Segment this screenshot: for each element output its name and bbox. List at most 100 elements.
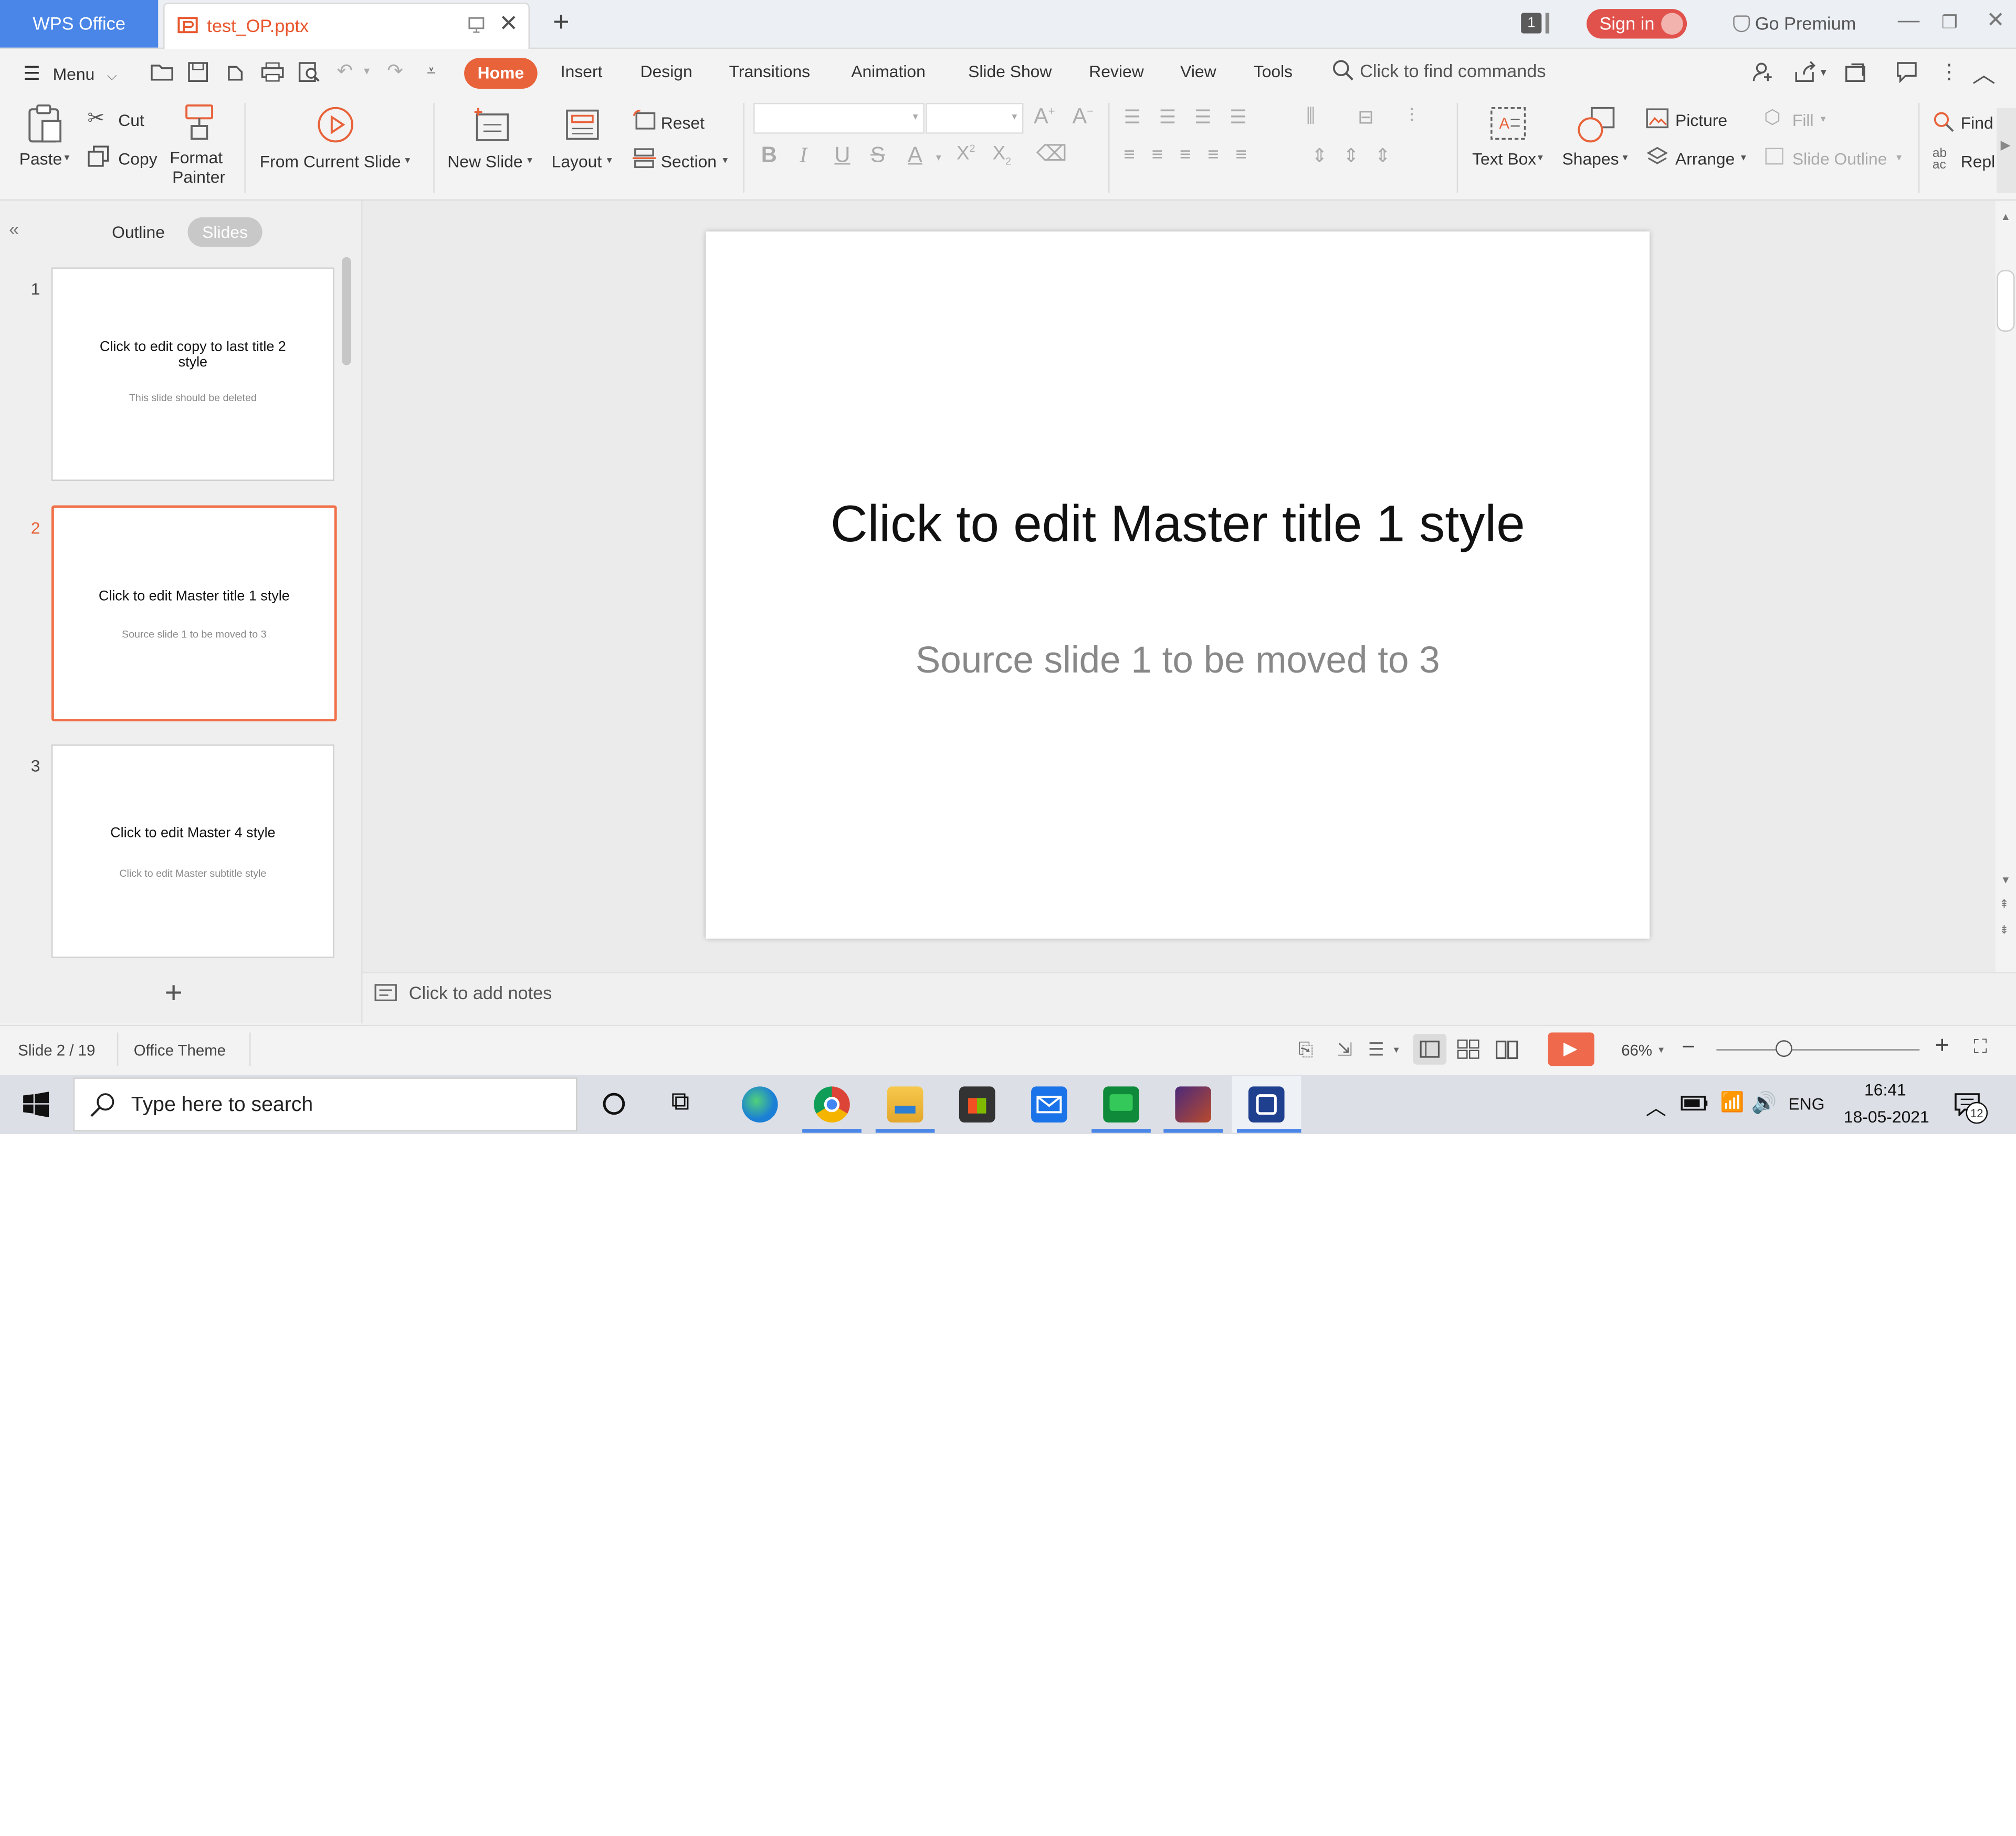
font-color-icon[interactable]: A	[908, 143, 922, 169]
mail-icon[interactable]	[1031, 1086, 1067, 1122]
text-box-icon[interactable]: A	[1489, 106, 1527, 142]
copy-icon[interactable]	[88, 145, 110, 167]
paste-dropdown-icon[interactable]: ▾	[64, 152, 69, 163]
from-current-slide-dropdown-icon[interactable]: ▾	[405, 154, 410, 166]
play-slideshow-icon[interactable]	[316, 106, 354, 144]
decrease-font-icon[interactable]: A−	[1072, 104, 1094, 130]
undo-dropdown-icon[interactable]: ▾	[364, 64, 370, 78]
play-slideshow-button[interactable]: ▶	[1548, 1032, 1594, 1066]
go-premium-button[interactable]: Go Premium	[1733, 13, 1856, 34]
add-slide-icon[interactable]: +	[164, 976, 182, 1012]
tab-slide-show[interactable]: Slide Show	[968, 62, 1052, 81]
shapes-dropdown-icon[interactable]: ▾	[1623, 152, 1628, 163]
file-explorer-icon[interactable]	[887, 1086, 923, 1122]
document-tab[interactable]: test_OP.pptx ✕	[163, 2, 530, 49]
notes-area[interactable]: Click to add notes	[362, 972, 2016, 1025]
new-slide-icon[interactable]	[473, 107, 511, 143]
share-collaborate-icon[interactable]	[1751, 60, 1774, 83]
ribbon-scroll[interactable]: ▶	[1997, 108, 2016, 193]
section-button[interactable]: Section	[661, 152, 717, 171]
taskbar-search[interactable]: Type here to search	[73, 1077, 578, 1132]
close-tab-icon[interactable]: ✕	[499, 11, 518, 37]
slide-outline-button[interactable]: Slide Outline	[1792, 149, 1887, 169]
chat-app-icon[interactable]	[1103, 1086, 1139, 1122]
print-preview-icon[interactable]	[298, 62, 321, 82]
tab-insert[interactable]: Insert	[561, 62, 603, 81]
font-color-dropdown-icon[interactable]: ▾	[936, 152, 941, 163]
fit-window-icon[interactable]: ⛶	[1973, 1036, 1987, 1058]
more-options-icon[interactable]: ⋮	[1939, 59, 1959, 85]
chrome-browser-icon[interactable]	[814, 1086, 850, 1122]
save-icon[interactable]	[188, 62, 208, 82]
sync-icon[interactable]	[1844, 60, 1867, 83]
columns-icon[interactable]: ⫶	[1409, 106, 1414, 128]
format-painter-label-2[interactable]: Painter	[172, 167, 225, 186]
find-commands-search[interactable]: Click to find commands	[1332, 59, 1546, 82]
strikethrough-icon[interactable]: S	[870, 143, 885, 169]
comment-icon[interactable]	[1895, 60, 1918, 83]
new-tab-icon[interactable]: +	[553, 5, 569, 39]
scrollbar-thumb[interactable]	[1997, 270, 2015, 332]
scroll-up-icon[interactable]: ▲	[2001, 211, 2011, 223]
format-painter-label-1[interactable]: Format	[170, 148, 223, 167]
clock-time[interactable]: 16:41	[1864, 1080, 1906, 1099]
clock-date[interactable]: 18-05-2021	[1844, 1107, 1929, 1127]
tab-design[interactable]: Design	[640, 62, 692, 81]
collapse-ribbon-icon[interactable]: ︿	[1972, 57, 1996, 90]
wifi-icon[interactable]: 📶	[1720, 1090, 1745, 1114]
sign-in-button[interactable]: Sign in	[1587, 9, 1687, 39]
game-app-icon[interactable]	[1175, 1086, 1211, 1122]
find-button[interactable]: Find	[1961, 113, 1993, 133]
slide-title[interactable]: Click to edit Master title 1 style	[706, 496, 1650, 554]
section-dropdown-icon[interactable]: ▾	[722, 154, 728, 166]
copy-button[interactable]: Copy	[118, 149, 157, 169]
shapes-button[interactable]: Shapes	[1562, 149, 1619, 169]
picture-button[interactable]: Picture	[1675, 111, 1727, 130]
share-dropdown-icon[interactable]: ▾	[1821, 66, 1826, 80]
slide-outline-dropdown-icon[interactable]: ▾	[1896, 152, 1902, 163]
arrange-dropdown-icon[interactable]: ▾	[1741, 152, 1746, 163]
volume-icon[interactable]: 🔊	[1751, 1090, 1777, 1116]
theme-name[interactable]: Office Theme	[134, 1042, 226, 1059]
zoom-out-icon[interactable]: −	[1682, 1034, 1695, 1061]
subscript-icon[interactable]: X2	[993, 143, 1011, 167]
restore-icon[interactable]: ❐	[1941, 12, 1958, 34]
text-direction-icon[interactable]: ⫼	[1306, 106, 1315, 128]
wps-office-taskbar-icon[interactable]	[1248, 1086, 1285, 1122]
normal-view-button[interactable]	[1413, 1033, 1447, 1065]
layout-dropdown-icon[interactable]: ▾	[607, 154, 612, 166]
zoom-dropdown-icon[interactable]: ▾	[1658, 1044, 1664, 1056]
replace-button[interactable]: Repl	[1961, 152, 1996, 171]
fill-button[interactable]: Fill	[1792, 111, 1814, 130]
underline-icon[interactable]: U	[834, 143, 850, 169]
notes-toggle-icon[interactable]: ⇲	[1337, 1039, 1352, 1061]
redo-icon[interactable]: ↷	[387, 59, 403, 82]
export-icon[interactable]	[225, 62, 246, 82]
text-box-button[interactable]: Text Box	[1472, 149, 1536, 169]
edge-browser-icon[interactable]	[742, 1086, 778, 1122]
battery-icon[interactable]	[1681, 1096, 1709, 1111]
from-current-slide-button[interactable]: From Current Slide	[260, 152, 401, 171]
cortana-icon[interactable]	[603, 1093, 625, 1115]
microsoft-store-icon[interactable]	[959, 1086, 995, 1122]
clear-formatting-icon[interactable]: ⌫	[1036, 141, 1067, 167]
superscript-icon[interactable]: X2	[957, 143, 975, 165]
layout-button[interactable]: Layout	[552, 152, 602, 171]
picture-icon[interactable]	[1646, 108, 1669, 129]
italic-icon[interactable]: I	[800, 143, 807, 169]
replace-icon[interactable]: ab ac	[1933, 147, 1947, 172]
share-export-icon[interactable]	[1792, 60, 1818, 83]
minimize-icon[interactable]: —	[1898, 8, 1920, 34]
outline-tab[interactable]: Outline	[112, 223, 165, 242]
wps-office-tab[interactable]: WPS Office	[0, 0, 159, 48]
bold-icon[interactable]: B	[761, 143, 777, 169]
paste-icon[interactable]	[26, 103, 64, 144]
new-slide-button[interactable]: New Slide	[447, 152, 522, 171]
arrange-icon[interactable]	[1646, 145, 1669, 169]
tab-animation[interactable]: Animation	[851, 62, 926, 81]
window-count-badge[interactable]: 1	[1521, 13, 1542, 34]
windows-start-icon[interactable]	[23, 1092, 49, 1118]
text-box-dropdown-icon[interactable]: ▾	[1538, 152, 1543, 163]
layout-icon[interactable]	[563, 107, 602, 143]
zoom-slider-knob[interactable]	[1775, 1040, 1792, 1057]
